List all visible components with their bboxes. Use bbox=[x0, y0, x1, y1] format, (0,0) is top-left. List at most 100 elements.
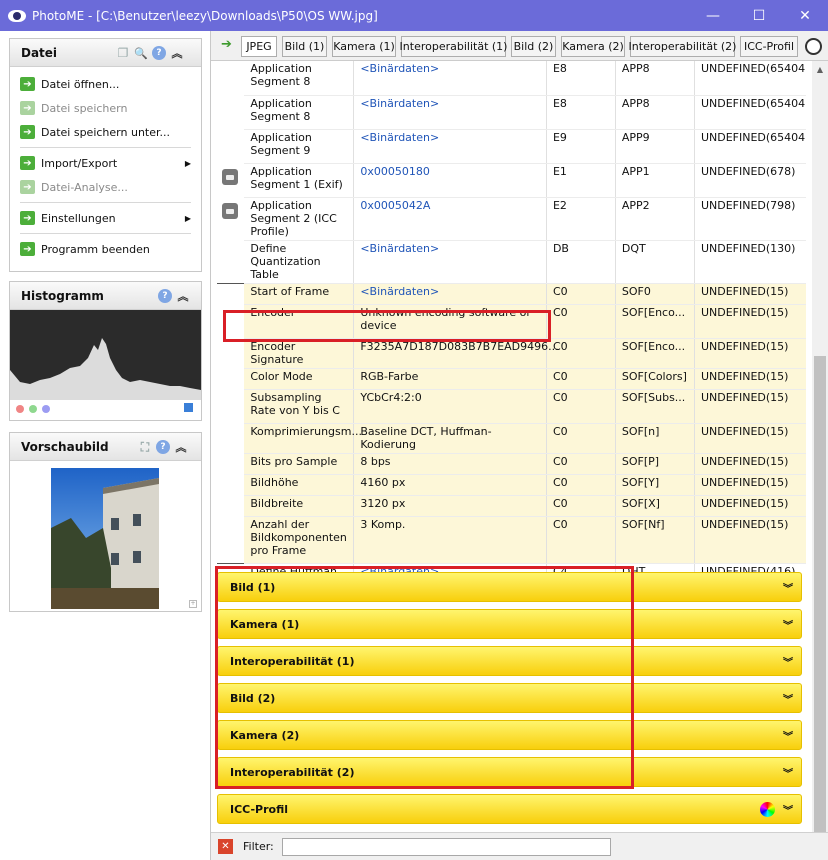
menu-item[interactable]: ➔ Datei speichern unter... bbox=[10, 120, 201, 144]
maximize-button[interactable]: ☐ bbox=[736, 0, 782, 31]
tab-icc-profil[interactable]: ICC-Profil bbox=[740, 36, 798, 57]
menu-item-label: Programm beenden bbox=[41, 242, 150, 256]
cell-type: UNDEFINED(65404) bbox=[694, 95, 806, 130]
globe-icon[interactable] bbox=[805, 38, 822, 55]
cell-value: 8 bps bbox=[353, 453, 547, 475]
table-row[interactable]: Application Segment 8 <Binärdaten> E8 APP8 U… bbox=[217, 61, 806, 96]
menu-item[interactable]: ➔ Programm beenden bbox=[10, 237, 201, 261]
table-row[interactable]: Subsampling Rate von Y bis C YCbCr4:2:0 C0… bbox=[217, 389, 806, 424]
title-bar: PhotoME - [C:\Benutzer\leezy\Downloads\P… bbox=[0, 0, 828, 31]
menu-item-label: Datei speichern unter... bbox=[41, 125, 170, 139]
cell-name: Application Segment 9 bbox=[244, 129, 355, 164]
tab-kamera-1[interactable]: Kamera (1) bbox=[332, 36, 396, 57]
row-icon-cell bbox=[217, 95, 245, 129]
scroll-thumb[interactable] bbox=[814, 356, 826, 846]
tab-jpeg[interactable]: JPEG bbox=[241, 36, 277, 57]
minimize-button[interactable]: — bbox=[690, 0, 736, 31]
help-icon[interactable]: ? bbox=[158, 289, 172, 303]
menu-item[interactable]: ➔ Datei speichern bbox=[10, 96, 201, 120]
cell-name: Encoder Signature bbox=[244, 338, 355, 369]
cell-type: UNDEFINED(15) bbox=[694, 304, 806, 339]
cell-name: Anzahl der Bildkomponenten pro Frame bbox=[244, 516, 355, 564]
search-icon[interactable]: 🔍 bbox=[134, 46, 148, 60]
cell-tag: SOF0 bbox=[615, 282, 695, 305]
menu-item[interactable]: ➔ Datei-Analyse... bbox=[10, 175, 201, 199]
table-row[interactable]: Encoder Signature F3235A7D187D083B7B7EAD9… bbox=[217, 338, 806, 369]
table-row[interactable]: Bildhöhe 4160 px C0 SOF[Y] UNDEFINED(15) bbox=[217, 474, 806, 496]
table-row[interactable]: Define Quantization Table <Binärdaten> DB D… bbox=[217, 240, 806, 284]
chevron-down-icon[interactable]: ︾ bbox=[783, 728, 793, 743]
scroll-up-icon[interactable]: ▲ bbox=[812, 61, 828, 77]
tab-interop-2[interactable]: Interoperabilität (2) bbox=[629, 36, 736, 57]
table-row[interactable]: Bits pro Sample 8 bps C0 SOF[P] UNDEFINED(15… bbox=[217, 453, 806, 475]
preview-panel-title: Vorschaubild bbox=[21, 439, 109, 454]
menu-separator bbox=[20, 147, 191, 148]
menu-item[interactable]: ➔ Import/Export ▶ bbox=[10, 151, 201, 175]
table-row[interactable]: Application Segment 2 (ICC Profile) 0x000… bbox=[217, 197, 806, 241]
windows-icon[interactable]: ❐ bbox=[116, 46, 130, 60]
segment-icon[interactable] bbox=[222, 203, 238, 219]
help-icon[interactable]: ? bbox=[152, 46, 166, 60]
fullscreen-icon[interactable]: ⛶ bbox=[138, 440, 152, 454]
cell-type: UNDEFINED(65404) bbox=[694, 61, 806, 96]
table-row[interactable]: Application Segment 1 (Exif) 0x00050180 E1… bbox=[217, 163, 806, 198]
filter-input[interactable] bbox=[281, 837, 611, 856]
chevron-down-icon[interactable]: ︾ bbox=[783, 617, 793, 632]
cell-tag: SOF[Y] bbox=[615, 474, 695, 496]
chevron-down-icon[interactable]: ︾ bbox=[783, 691, 793, 706]
menu-item-label: Datei öffnen... bbox=[41, 77, 120, 91]
tab-bild-1[interactable]: Bild (1) bbox=[282, 36, 327, 57]
green-channel-dot[interactable] bbox=[29, 405, 37, 413]
table-row[interactable]: Color Mode RGB-Farbe C0 SOF[Colors] UNDEFINE… bbox=[217, 368, 806, 390]
cell-name: Application Segment 2 (ICC Profile) bbox=[244, 197, 355, 241]
red-channel-dot[interactable] bbox=[16, 405, 24, 413]
cell-value: <Binärdaten> bbox=[353, 240, 547, 284]
menu-item[interactable]: ➔ Datei öffnen... bbox=[10, 72, 201, 96]
row-icon-cell bbox=[217, 197, 245, 240]
tab-kamera-2[interactable]: Kamera (2) bbox=[561, 36, 625, 57]
cell-tag: APP8 bbox=[615, 61, 695, 96]
cell-tag: SOF[n] bbox=[615, 423, 695, 454]
collapse-up-icon[interactable]: ︽ bbox=[176, 289, 190, 303]
cell-code: C0 bbox=[546, 368, 616, 390]
row-icon-cell bbox=[217, 453, 245, 474]
cell-type: UNDEFINED(15) bbox=[694, 282, 806, 305]
cell-type: UNDEFINED(15) bbox=[694, 516, 806, 564]
help-icon[interactable]: ? bbox=[156, 440, 170, 454]
chevron-down-icon[interactable]: ︾ bbox=[783, 580, 793, 595]
cell-name: Application Segment 8 bbox=[244, 61, 355, 96]
tab-interop-1[interactable]: Interoperabilität (1) bbox=[400, 36, 507, 57]
chevron-down-icon[interactable]: ︾ bbox=[783, 765, 793, 780]
collapse-up-icon[interactable]: ︽ bbox=[174, 440, 188, 454]
table-row[interactable]: Application Segment 9 <Binärdaten> E9 APP9 U… bbox=[217, 129, 806, 164]
resize-icon[interactable] bbox=[184, 403, 193, 412]
go-arrow-icon[interactable]: ➔ bbox=[221, 38, 235, 51]
sidebar: Datei ❐ 🔍 ? ︽ ➔ Datei öffnen... ➔ Datei spe… bbox=[0, 31, 211, 860]
table-row[interactable]: Anzahl der Bildkomponenten pro Frame 3 Ko… bbox=[217, 516, 806, 564]
segment-icon[interactable] bbox=[222, 169, 238, 185]
table-row[interactable]: Application Segment 8 <Binärdaten> E8 APP8 U… bbox=[217, 95, 806, 130]
preview-image bbox=[51, 468, 159, 609]
tab-bild-2[interactable]: Bild (2) bbox=[511, 36, 556, 57]
blue-channel-dot[interactable] bbox=[42, 405, 50, 413]
table-row[interactable]: Komprimierungsm... Baseline DCT, Huffman-… bbox=[217, 423, 806, 454]
cell-value: F3235A7D187D083B7B7EAD9496... bbox=[353, 338, 559, 369]
menu-item[interactable]: ➔ Einstellungen ▶ bbox=[10, 206, 201, 230]
table-row[interactable]: Start of Frame <Binärdaten> C0 SOF0 UNDEFINE… bbox=[217, 282, 806, 305]
table-row[interactable]: Bildbreite 3120 px C0 SOF[X] UNDEFINED(15) bbox=[217, 495, 806, 517]
cell-tag: SOF[Enco... bbox=[615, 304, 695, 339]
cell-tag: APP9 bbox=[615, 129, 695, 164]
group-header[interactable]: ICC-Profil ︾ bbox=[217, 794, 802, 824]
file-panel-title: Datei bbox=[21, 45, 58, 60]
collapse-up-icon[interactable]: ︽ bbox=[170, 46, 184, 60]
cell-code: C0 bbox=[546, 423, 616, 454]
clear-filter-icon[interactable]: ✕ bbox=[218, 839, 233, 854]
chevron-down-icon[interactable]: ︾ bbox=[783, 654, 793, 669]
cell-value: 4160 px bbox=[353, 474, 547, 496]
close-button[interactable]: ✕ bbox=[782, 0, 828, 31]
cell-type: UNDEFINED(798) bbox=[694, 197, 806, 241]
chevron-down-icon[interactable]: ︾ bbox=[783, 802, 793, 817]
histogram-panel-title: Histogramm bbox=[21, 288, 104, 303]
vertical-scrollbar[interactable]: ▲ bbox=[812, 61, 828, 860]
expand-icon[interactable]: + bbox=[189, 600, 197, 608]
